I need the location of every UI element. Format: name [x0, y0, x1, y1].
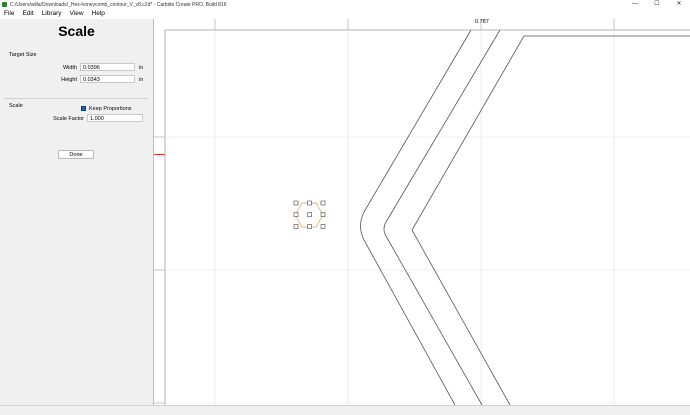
scale-handle[interactable] — [320, 200, 326, 206]
scale-handle[interactable] — [307, 224, 312, 229]
scale-handle[interactable] — [320, 224, 326, 229]
ruler-top-label: 0.787 — [475, 19, 489, 25]
cursor-position-indicator — [154, 154, 165, 155]
scale-handle[interactable] — [293, 212, 299, 217]
inner-contour[interactable] — [411, 35, 690, 406]
middle-contour[interactable] — [383, 29, 501, 406]
outer-contour[interactable] — [360, 29, 472, 406]
center-handle[interactable] — [307, 212, 312, 217]
scale-handle[interactable] — [293, 224, 299, 229]
design-canvas[interactable] — [0, 0, 690, 414]
scale-handle[interactable] — [293, 200, 299, 206]
scale-handle[interactable] — [320, 212, 326, 217]
scale-handle[interactable] — [307, 200, 312, 206]
